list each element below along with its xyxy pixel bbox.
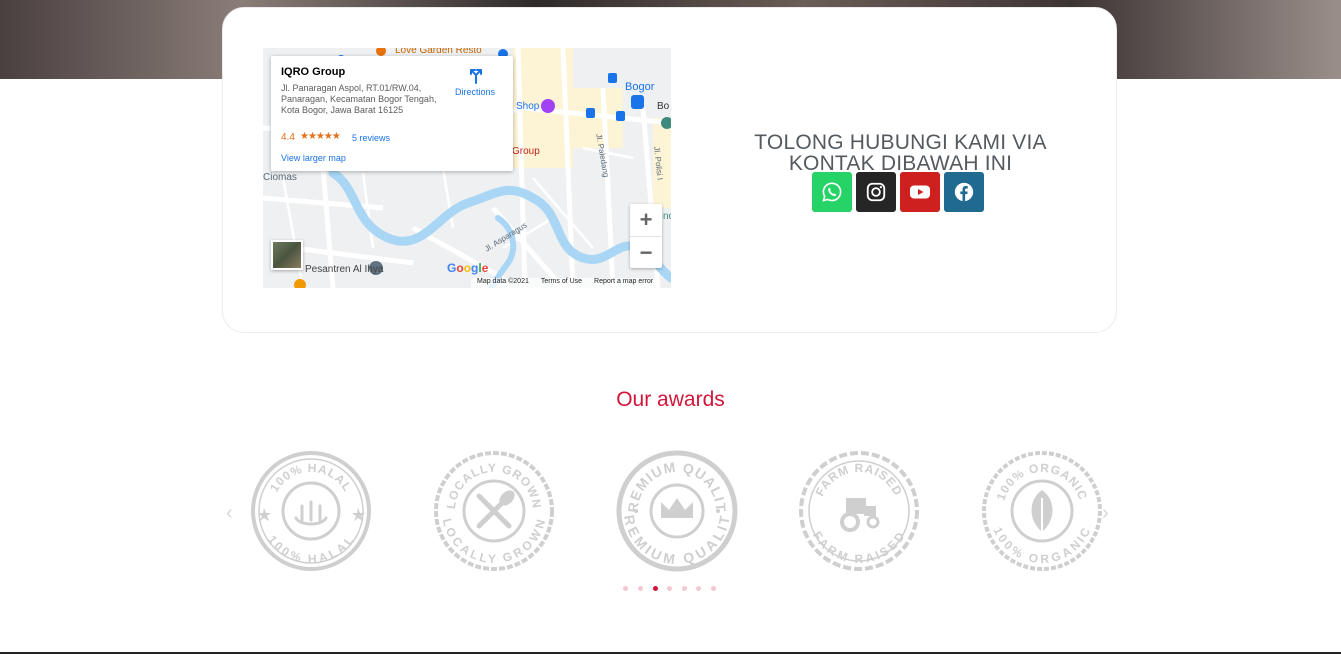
locally-grown-top-text: LOCALLY GROWN: [444, 461, 543, 510]
directions-icon[interactable]: [467, 66, 485, 84]
place-address: Jl. Panaragan Aspol, RT.01/RW.04, Panara…: [281, 83, 437, 115]
svg-text:100% HALAL: 100% HALAL: [267, 461, 355, 495]
whatsapp-icon: [822, 182, 842, 202]
farm-raised-bottom-text: FARM RAISED: [810, 529, 907, 566]
map-label-ciomas: Ciomas: [263, 172, 297, 183]
premium-top-text: PREMIUM QUALITY: [616, 450, 728, 513]
svg-text:LOCALLY GROWN: LOCALLY GROWN: [444, 461, 544, 510]
map-label-no: no: [663, 211, 671, 222]
map-label-group: Group: [512, 146, 540, 157]
terms-of-use-link[interactable]: Terms of Use: [541, 278, 582, 285]
google-map[interactable]: Love Garden Resto Shop Bogor Bo Group Ci…: [263, 48, 671, 288]
carousel-next-arrow[interactable]: ›: [1102, 503, 1116, 525]
map-label-love-garden: Love Garden Resto: [395, 48, 482, 56]
rating-stars-icon: ★★★★★: [300, 131, 341, 142]
instagram-icon: [866, 182, 886, 202]
svg-text:FARM RAISED: FARM RAISED: [813, 461, 906, 498]
place-rating: 4.4: [281, 132, 295, 143]
place-title: IQRO Group: [281, 66, 346, 78]
reviews-link[interactable]: 5 reviews: [352, 133, 390, 143]
carousel-dot-7[interactable]: [711, 586, 716, 591]
google-logo: Google: [447, 261, 489, 275]
halal-badge-icon: 100% HALAL 100% HALAL: [251, 451, 371, 571]
zoom-out-button[interactable]: −: [630, 236, 662, 269]
map-footer: Map data ©2021 Terms of Use Report a map…: [471, 278, 658, 288]
carousel-dot-2[interactable]: [638, 586, 643, 591]
facebook-button[interactable]: [944, 172, 984, 212]
svg-text:FARM RAISED: FARM RAISED: [810, 529, 908, 566]
map-label-shop: Shop: [516, 101, 540, 112]
organic-badge-icon: 100% ORGANIC 100% ORGANIC: [982, 451, 1102, 571]
map-zoom-control: + −: [630, 204, 662, 268]
view-larger-map-link[interactable]: View larger map: [281, 153, 346, 163]
zoom-in-button[interactable]: +: [630, 204, 662, 236]
whatsapp-button[interactable]: [812, 172, 852, 212]
carousel-dot-5[interactable]: [682, 586, 687, 591]
report-map-error-link[interactable]: Report a map error: [594, 278, 653, 285]
facebook-icon: [954, 182, 974, 202]
contact-heading-line2: KONTAK DIBAWAH INI: [788, 152, 1013, 175]
farm-raised-top-text: FARM RAISED: [813, 461, 905, 498]
contact-heading: TOLONG HUBUNGI KAMI VIA KONTAK DIBAWAH I…: [733, 132, 1068, 174]
carousel-dot-6[interactable]: [696, 586, 701, 591]
map-label-bogor: Bogor: [625, 81, 655, 93]
carousel-prev-arrow[interactable]: ‹: [226, 503, 240, 525]
map-data-attribution: Map data ©2021: [477, 278, 529, 285]
map-label-bo: Bo: [657, 101, 670, 112]
instagram-button[interactable]: [856, 172, 896, 212]
youtube-button[interactable]: [900, 172, 940, 212]
premium-quality-badge-icon: PREMIUM QUALITY PREMIUM QUALITY: [616, 450, 738, 572]
carousel-dot-4[interactable]: [667, 586, 672, 591]
halal-badge-top-text: 100% HALAL: [267, 461, 354, 495]
farm-raised-badge-icon: FARM RAISED FARM RAISED: [799, 451, 919, 571]
carousel-dot-3[interactable]: [653, 586, 658, 591]
satellite-toggle-button[interactable]: [271, 240, 303, 270]
svg-text:PREMIUM QUALITY: PREMIUM QUALITY: [616, 450, 729, 513]
map-label-pesantren: Pesantren Al Ihya: [305, 264, 384, 275]
awards-title: Our awards: [616, 388, 725, 411]
map-info-window: IQRO Group Jl. Panaragan Aspol, RT.01/RW…: [271, 56, 513, 171]
locally-grown-badge-icon: LOCALLY GROWN LOCALLY GROWN: [434, 451, 554, 571]
carousel-dot-1[interactable]: [623, 586, 628, 591]
contact-heading-line1: TOLONG HUBUNGI KAMI VIA: [754, 131, 1047, 154]
contact-card: Love Garden Resto Shop Bogor Bo Group Ci…: [222, 7, 1117, 333]
youtube-icon: [910, 185, 930, 199]
directions-link[interactable]: Directions: [455, 87, 495, 97]
